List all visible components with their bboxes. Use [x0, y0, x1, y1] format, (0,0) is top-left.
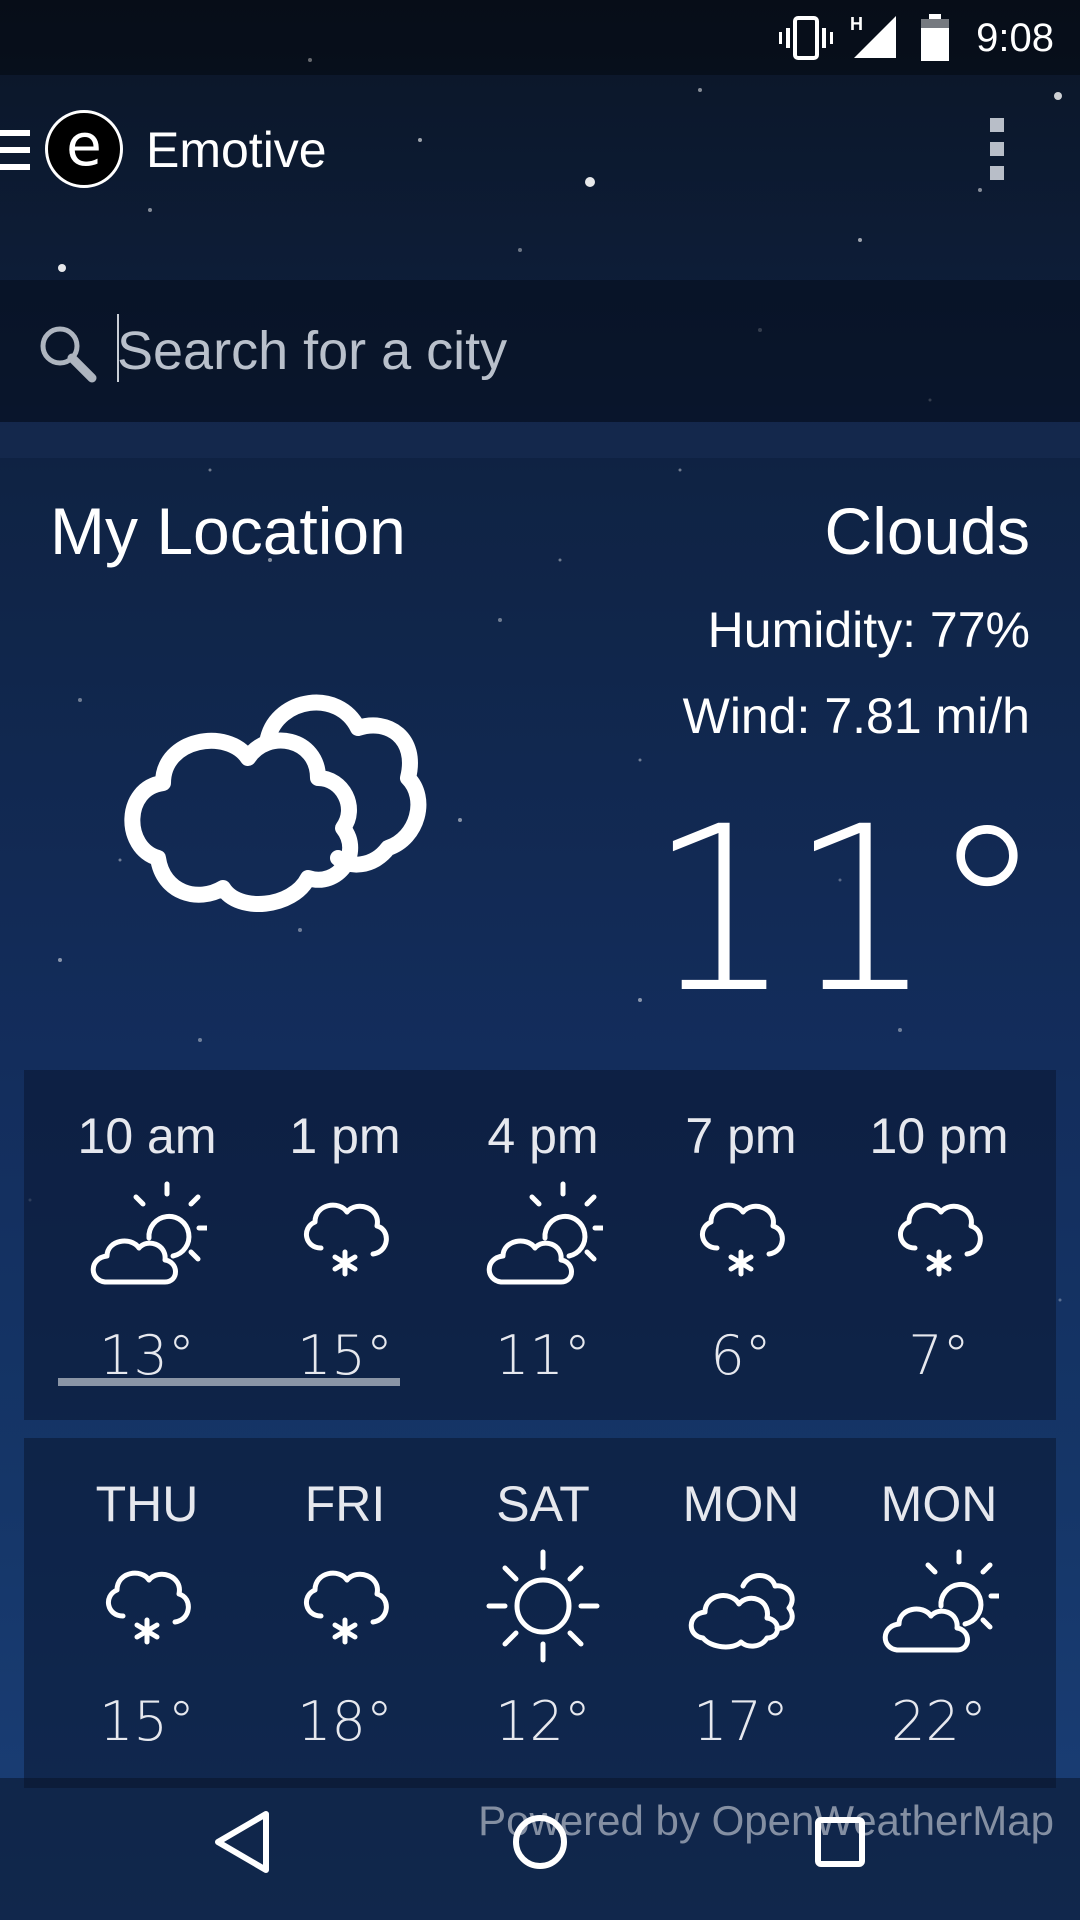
hour-label: 1 pm	[289, 1108, 401, 1164]
day-label: THU	[95, 1476, 199, 1532]
status-bar	[0, 0, 1080, 75]
snow-cloud-icon	[898, 1202, 983, 1277]
day-temp: 17°	[693, 1690, 789, 1753]
humidity-text: Humidity: 77%	[707, 602, 1030, 658]
sun-icon	[486, 1549, 600, 1663]
hourly-item: 1 pm 15°	[245, 1100, 445, 1400]
hour-temp: 6°	[710, 1324, 772, 1387]
hour-temp: 13°	[99, 1324, 195, 1387]
hour-label: 7 pm	[685, 1108, 797, 1164]
day-temp: 15°	[99, 1690, 195, 1753]
hour-temp: 7°	[908, 1324, 970, 1387]
hour-label: 10 am	[77, 1108, 217, 1164]
partly-cloudy-icon	[486, 1181, 603, 1285]
hour-temp: 15°	[297, 1324, 393, 1387]
recents-icon[interactable]	[810, 1808, 870, 1876]
battery-icon	[921, 14, 949, 61]
current-temperature: 11°	[647, 777, 1044, 1043]
partly-cloudy-icon	[90, 1181, 207, 1285]
hour-label: 10 pm	[869, 1108, 1009, 1164]
daily-item: MON 22°	[839, 1468, 1039, 1768]
signal-icon	[854, 16, 896, 58]
hourly-scrollbar[interactable]	[58, 1378, 400, 1386]
daily-item: FRI 18°	[245, 1468, 445, 1768]
vibrate-icon	[779, 16, 833, 60]
app-logo[interactable]: e	[45, 110, 123, 188]
search-input[interactable]	[117, 318, 1017, 384]
partly-cloudy-icon	[882, 1549, 999, 1653]
hourly-item: 7 pm 6°	[641, 1100, 841, 1400]
menu-icon[interactable]	[0, 128, 32, 172]
home-icon[interactable]	[510, 1808, 570, 1876]
snow-cloud-icon	[304, 1202, 389, 1277]
day-temp: 18°	[297, 1690, 393, 1753]
day-label: MON	[880, 1476, 998, 1532]
status-time: 9:08	[976, 16, 1054, 60]
snow-cloud-icon	[106, 1570, 191, 1645]
clouds-icon	[124, 694, 427, 912]
hourly-item: 10 pm 7°	[839, 1100, 1039, 1400]
clouds-icon	[688, 1573, 795, 1650]
hour-label: 4 pm	[487, 1108, 599, 1164]
app-title: Emotive	[146, 122, 327, 178]
snow-cloud-icon	[304, 1570, 389, 1645]
back-icon[interactable]	[210, 1808, 274, 1876]
day-label: SAT	[496, 1476, 590, 1532]
day-label: FRI	[304, 1476, 386, 1532]
hourly-item: 4 pm 11°	[443, 1100, 643, 1400]
snow-cloud-icon	[700, 1202, 785, 1277]
day-temp: 22°	[891, 1690, 987, 1753]
day-label: MON	[682, 1476, 800, 1532]
hour-temp: 11°	[495, 1324, 591, 1387]
daily-item: SAT 12°	[443, 1468, 643, 1768]
app-logo-letter: e	[66, 111, 102, 179]
weather-condition: Clouds	[824, 494, 1030, 568]
daily-item: THU 15°	[47, 1468, 247, 1768]
divider	[0, 422, 1080, 458]
search-icon	[40, 326, 97, 383]
wind-text: Wind: 7.81 mi/h	[682, 688, 1030, 744]
location-name: My Location	[50, 494, 406, 568]
day-temp: 12°	[495, 1690, 591, 1753]
overflow-menu-icon[interactable]	[988, 118, 1008, 180]
daily-item: MON 17°	[641, 1468, 841, 1768]
hourly-item: 10 am 13°	[47, 1100, 247, 1400]
